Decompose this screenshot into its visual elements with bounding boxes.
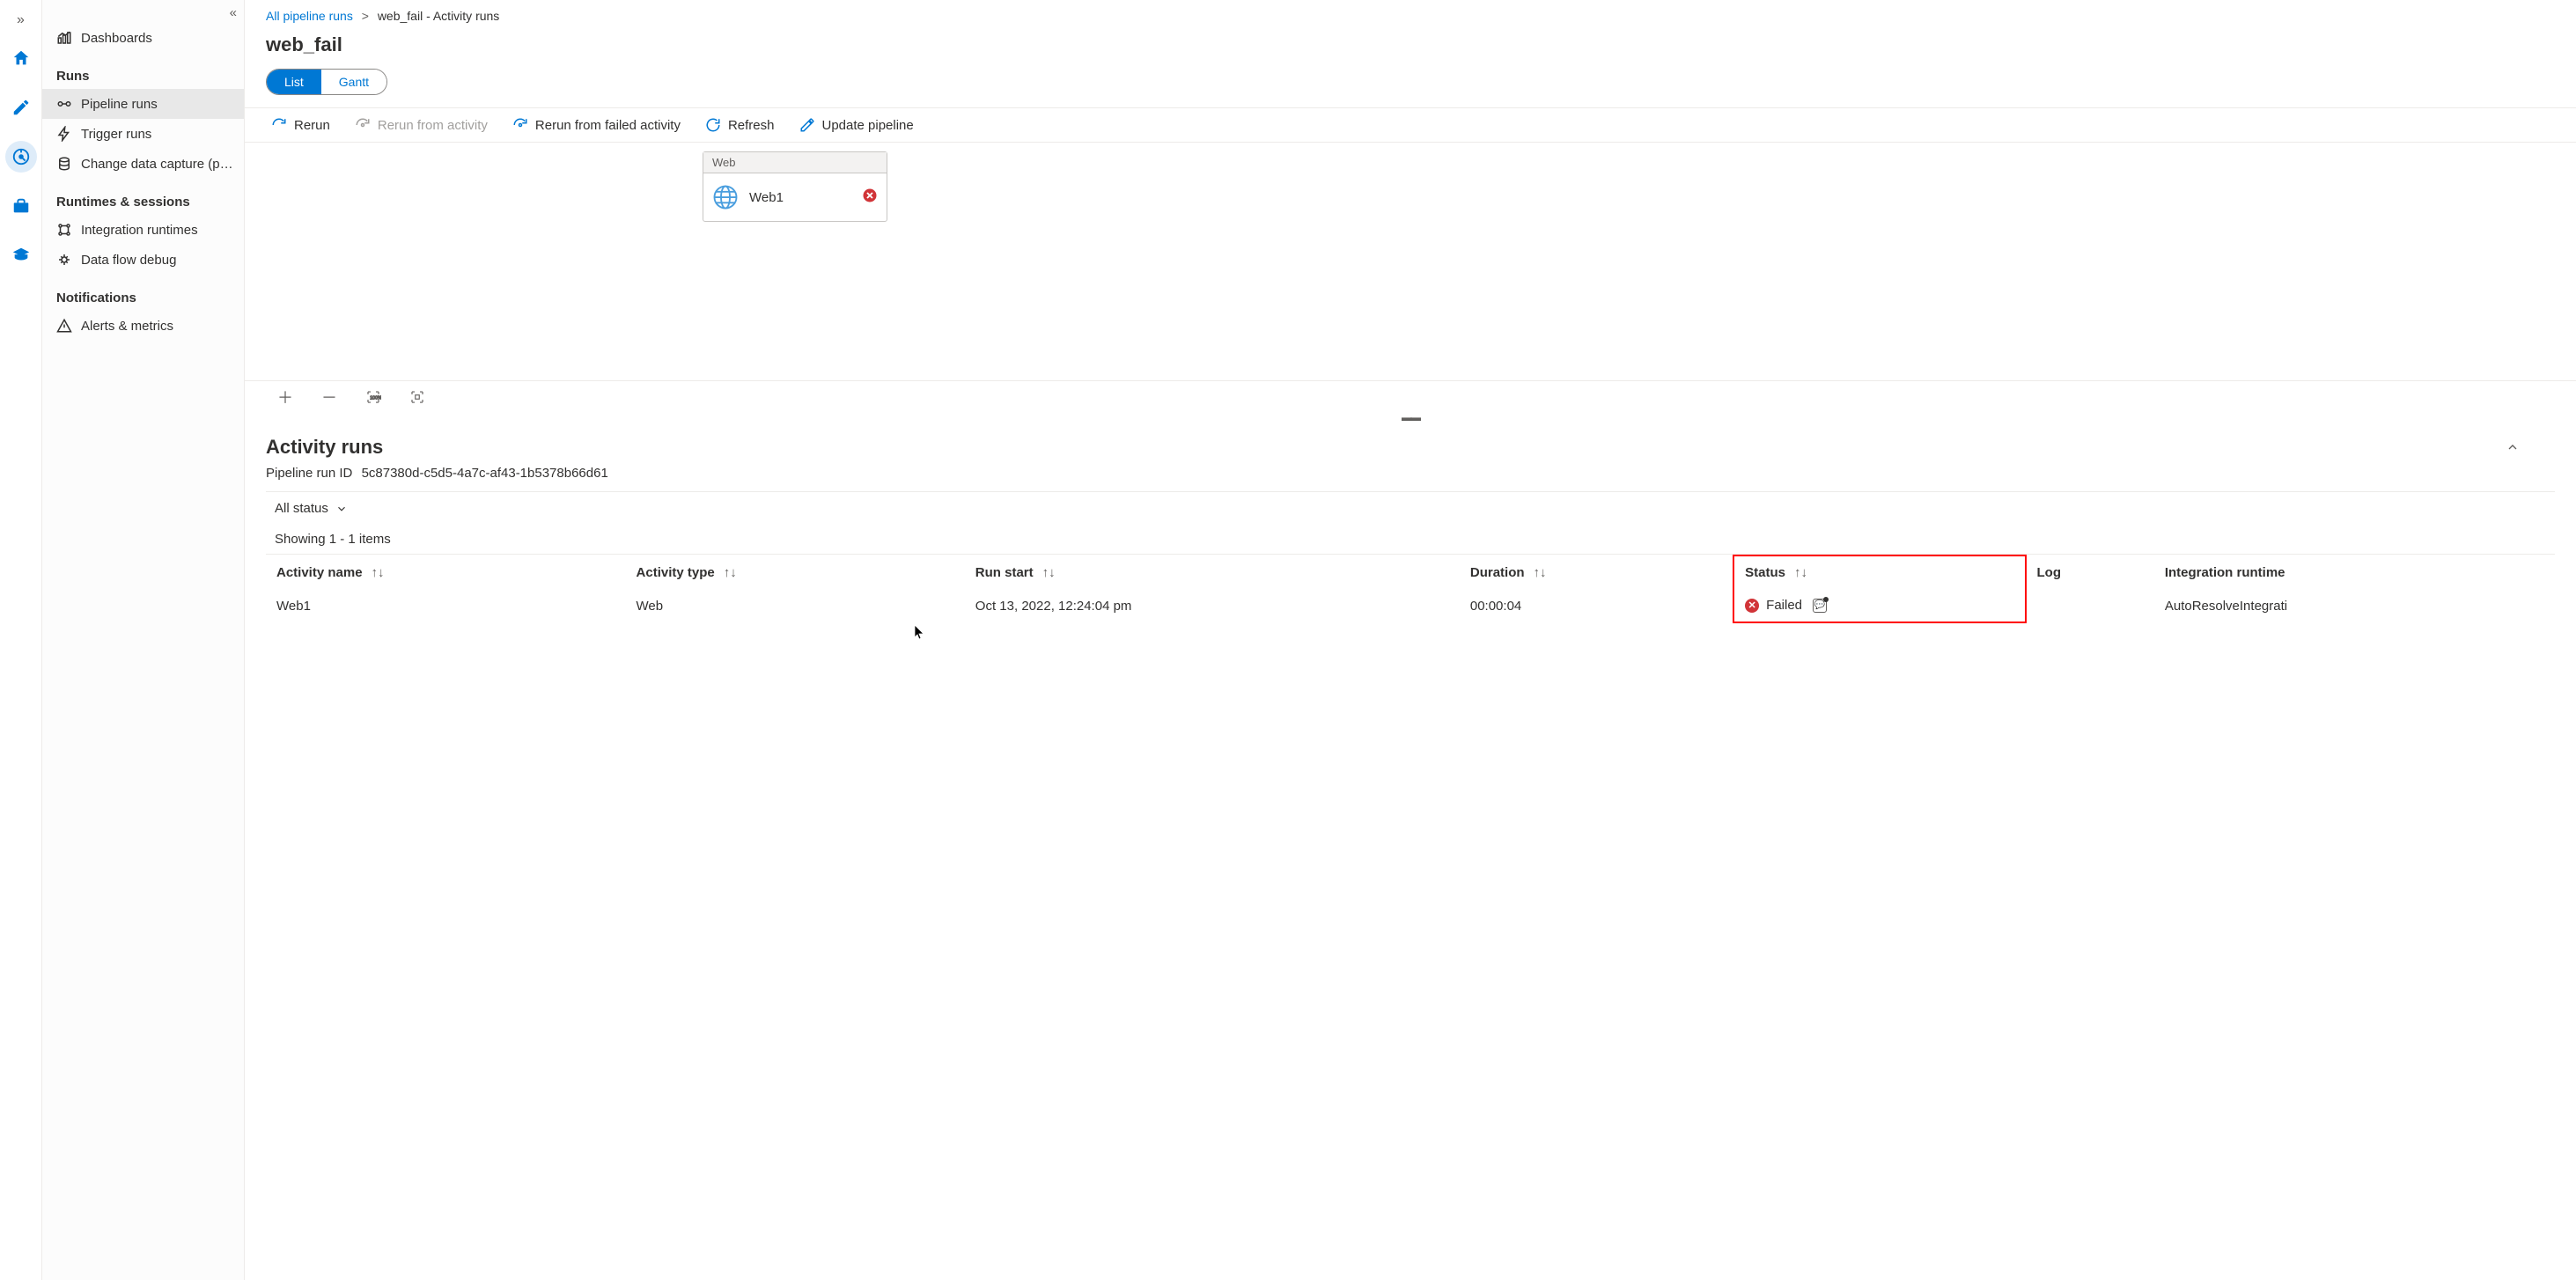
sidebar-item-label: Integration runtimes [81,223,198,238]
sidebar: « Dashboards Runs Pipeline runs Trigger … [42,0,245,1280]
sidebar-item-label: Trigger runs [81,127,151,142]
status-details-icon[interactable]: 💬 [1813,599,1827,613]
tool-label: Rerun from failed activity [535,118,681,133]
cursor-indicator [914,624,926,640]
breadcrumb-current: web_fail - Activity runs [378,9,500,23]
col-status[interactable]: Status↑↓ [1733,555,2025,589]
sidebar-item-integration-runtimes[interactable]: Integration runtimes [42,215,244,245]
items-count-label: Showing 1 - 1 items [266,525,2555,555]
col-activity-type[interactable]: Activity type↑↓ [626,555,965,589]
breadcrumb-root-link[interactable]: All pipeline runs [266,9,353,23]
col-duration[interactable]: Duration↑↓ [1460,555,1733,589]
sort-icon: ↑↓ [1042,565,1056,580]
sidebar-item-dataflow-debug[interactable]: Data flow debug [42,245,244,275]
pipeline-canvas[interactable]: Web Web1 [245,143,2576,380]
cell-run-start: Oct 13, 2022, 12:24:04 pm [965,589,1460,622]
cell-activity-name: Web1 [266,589,626,622]
col-integration-runtime[interactable]: Integration runtime [2154,555,2555,589]
sort-icon: ↑↓ [372,565,385,580]
cell-integration-runtime: AutoResolveIntegrati [2154,589,2555,622]
breadcrumb: All pipeline runs > web_fail - Activity … [245,0,2576,26]
toolbar: Rerun Rerun from activity Rerun from fai… [245,107,2576,143]
toggle-list-button[interactable]: List [267,70,321,94]
sort-icon: ↑↓ [1794,565,1807,580]
rail-monitor-icon[interactable] [5,141,37,173]
activity-runs-table: Activity name↑↓ Activity type↑↓ Run star… [266,555,2555,623]
status-filter-dropdown[interactable]: All status [275,501,348,516]
sidebar-item-label: Change data capture (previ... [81,157,233,172]
col-run-start[interactable]: Run start↑↓ [965,555,1460,589]
rail-learn-icon[interactable] [5,239,37,271]
table-row[interactable]: Web1 Web Oct 13, 2022, 12:24:04 pm 00:00… [266,589,2555,622]
breadcrumb-separator: > [362,9,369,23]
activity-runs-section: Activity runs Pipeline run ID 5c87380d-c… [245,422,2576,1280]
node-type-label: Web [703,152,887,173]
globe-icon [712,184,739,210]
sidebar-section-runs: Runs [42,53,244,89]
rail-home-icon[interactable] [5,42,37,74]
cell-activity-type: Web [626,589,965,622]
icon-rail: » [0,0,42,1280]
collapse-sidebar-icon[interactable]: « [230,5,237,20]
update-pipeline-button[interactable]: Update pipeline [799,117,914,133]
cell-status: ✕ Failed 💬 [1733,589,2025,622]
tool-label: Refresh [728,118,775,133]
sidebar-section-runtimes: Runtimes & sessions [42,179,244,215]
sidebar-item-label: Dashboards [81,31,152,46]
status-text: Failed [1766,598,1802,613]
rail-edit-icon[interactable] [5,92,37,123]
collapse-section-icon[interactable] [2506,440,2555,457]
rerun-from-failed-button[interactable]: Rerun from failed activity [512,117,681,133]
fit-screen-icon[interactable] [408,388,426,406]
pipeline-run-id-row: Pipeline run ID 5c87380d-c5d5-4a7c-af43-… [266,466,2555,491]
svg-text:100%: 100% [370,395,381,401]
filter-label: All status [275,501,328,516]
pane-resize-handle[interactable]: ▬▬ [245,413,2576,422]
sidebar-section-notifications: Notifications [42,275,244,311]
sidebar-item-trigger-runs[interactable]: Trigger runs [42,119,244,149]
sidebar-item-alerts[interactable]: Alerts & metrics [42,311,244,341]
col-log[interactable]: Log [2026,555,2154,589]
activity-runs-title: Activity runs [266,430,383,466]
expand-rail-icon[interactable]: » [11,7,30,33]
error-icon [862,188,878,208]
sort-icon: ↑↓ [1534,565,1547,580]
toggle-gantt-button[interactable]: Gantt [321,70,386,94]
col-activity-name[interactable]: Activity name↑↓ [266,555,626,589]
run-id-label: Pipeline run ID [266,466,352,481]
chevron-down-icon [335,503,348,515]
tool-label: Rerun [294,118,330,133]
rerun-button[interactable]: Rerun [271,117,330,133]
page-title: web_fail [245,26,2576,69]
sort-icon: ↑↓ [724,565,737,580]
canvas-zoom-controls: ＋ － 100% [245,380,2576,413]
tool-label: Update pipeline [822,118,914,133]
sidebar-item-pipeline-runs[interactable]: Pipeline runs [42,89,244,119]
failed-status-icon: ✕ [1745,599,1759,613]
run-id-value: 5c87380d-c5d5-4a7c-af43-1b5378b66d61 [362,466,608,481]
refresh-button[interactable]: Refresh [705,117,775,133]
zoom-in-icon[interactable]: ＋ [276,388,294,406]
tool-label: Rerun from activity [378,118,488,133]
activity-node-web1[interactable]: Web Web1 [703,151,887,222]
node-name-label: Web1 [749,190,851,205]
zoom-reset-icon[interactable]: 100% [364,388,382,406]
cell-duration: 00:00:04 [1460,589,1733,622]
cell-log [2026,589,2154,622]
sidebar-item-cdc[interactable]: Change data capture (previ... [42,149,244,179]
rail-toolbox-icon[interactable] [5,190,37,222]
sidebar-item-label: Data flow debug [81,253,176,268]
main-content: All pipeline runs > web_fail - Activity … [245,0,2576,1280]
sidebar-item-label: Alerts & metrics [81,319,173,334]
rerun-from-activity-button: Rerun from activity [355,117,488,133]
sidebar-item-label: Pipeline runs [81,97,158,112]
sidebar-item-dashboards[interactable]: Dashboards [42,23,244,53]
zoom-out-icon[interactable]: － [320,388,338,406]
view-toggle: List Gantt [266,69,387,95]
